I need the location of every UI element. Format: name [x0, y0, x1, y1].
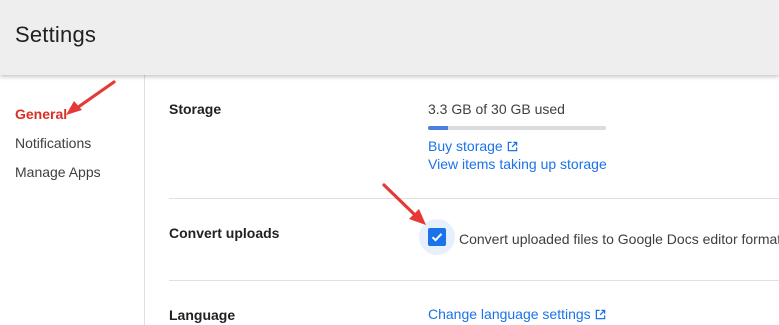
- header-bar: Settings: [0, 0, 779, 75]
- storage-usage-bar: [428, 126, 606, 130]
- buy-storage-link[interactable]: Buy storage: [428, 138, 518, 154]
- storage-usage-fill: [428, 126, 448, 130]
- section-divider: [169, 280, 779, 281]
- settings-content: Storage 3.3 GB of 30 GB used Buy storage…: [145, 75, 779, 325]
- storage-section-label: Storage: [169, 101, 222, 117]
- change-language-link[interactable]: Change language settings: [428, 306, 606, 322]
- storage-used-text: 3.3 GB of 30 GB used: [428, 101, 565, 117]
- page-title: Settings: [15, 22, 97, 47]
- checkbox-checked-box: [428, 228, 446, 246]
- language-section-label: Language: [169, 307, 236, 323]
- sidebar-item-notifications[interactable]: Notifications: [15, 135, 91, 151]
- section-divider: [169, 198, 779, 199]
- external-link-icon: [595, 309, 605, 320]
- annotation-arrow-icon: [382, 183, 426, 225]
- checkmark-icon: [431, 233, 443, 242]
- sidebar-item-manage-apps[interactable]: Manage Apps: [15, 164, 101, 180]
- convert-uploads-checkbox-label: Convert uploaded files to Google Docs ed…: [459, 231, 779, 247]
- annotation-arrow-icon: [66, 80, 116, 115]
- convert-uploads-section-label: Convert uploads: [169, 225, 280, 241]
- external-link-icon: [507, 141, 517, 152]
- change-language-label: Change language settings: [428, 306, 591, 322]
- view-storage-items-link[interactable]: View items taking up storage: [428, 156, 607, 172]
- buy-storage-label: Buy storage: [428, 138, 503, 154]
